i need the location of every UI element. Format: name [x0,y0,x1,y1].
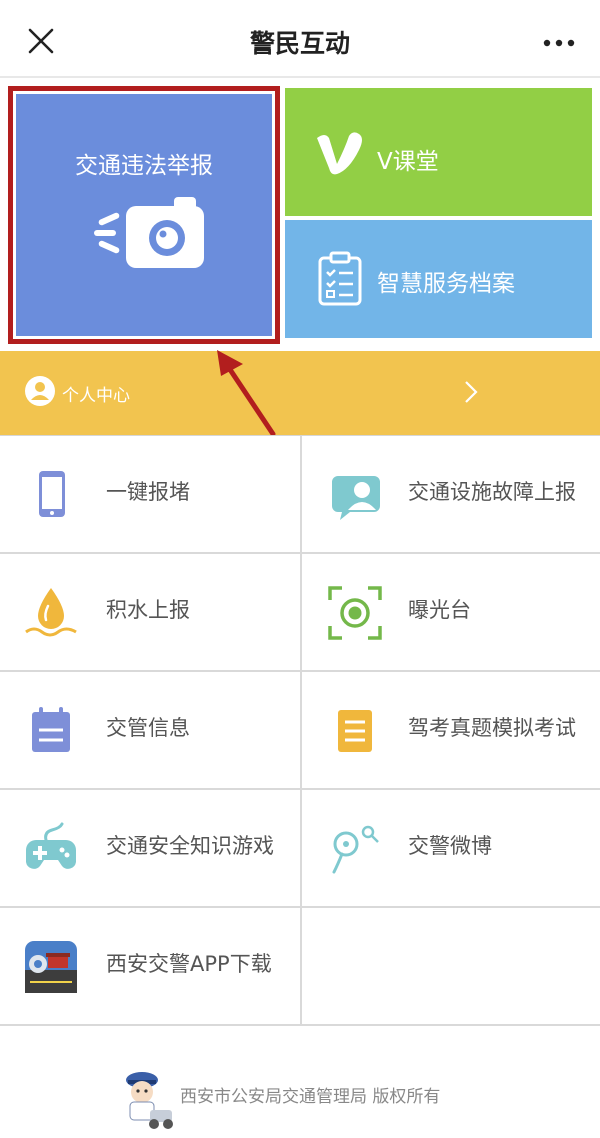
page-title: 警民互动 [249,29,350,58]
gamepad-icon [26,822,76,869]
service-traffic-safety-game[interactable]: 交通安全知识游戏 [0,790,302,908]
service-label: 交警微博 [408,834,492,858]
app-logo-icon [25,941,77,993]
notepad-icon [32,707,70,752]
service-exposure-platform[interactable]: 曝光台 [302,554,600,672]
water-drop-icon [25,588,77,637]
service-label: 交通设施故障上报 [408,480,576,504]
chat-bubble-icon [332,476,380,520]
service-traffic-police-weibo[interactable]: 交警微博 [302,790,600,908]
smart-service-archive-label: 智慧服务档案 [377,271,515,297]
v-class-tile[interactable]: V课堂 [285,88,592,216]
clipboard-icon [318,251,362,306]
service-label: 西安交警APP下载 [106,952,272,976]
police-mascot-icon [126,1072,173,1129]
phone-icon [39,471,65,517]
copyright-text: 西安市公安局交通管理局 版权所有 [180,1087,441,1107]
feature-tiles: 交通违法举报 V课堂 智慧服务档案 [0,80,600,350]
service-one-click-jam-report[interactable]: 一键报堵 [0,436,302,554]
service-facility-fault-report[interactable]: 交通设施故障上报 [302,436,600,554]
footer: 西安市公安局交通管理局 版权所有 [0,1030,600,1138]
traffic-violation-report-label: 交通违法举报 [75,153,213,179]
more-icon[interactable] [542,28,576,58]
v-logo-icon [317,132,362,175]
smart-service-archive-tile[interactable]: 智慧服务档案 [285,220,592,338]
personal-center-bar[interactable]: 个人中心 [0,351,600,435]
service-label: 驾考真题模拟考试 [408,716,576,740]
service-grid: 一键报堵 交通设施故障上报 积水上报 曝光台 交管信息 驾考真题模拟考试 交通安… [0,435,600,1027]
camera-icon [94,197,204,268]
empty-grid-cell [302,908,600,1026]
service-label: 积水上报 [106,598,190,622]
service-waterlogging-report[interactable]: 积水上报 [0,554,302,672]
user-icon [25,376,55,406]
service-app-download[interactable]: 西安交警APP下载 [0,908,302,1026]
personal-center-label: 个人中心 [62,386,130,406]
focus-target-icon [328,586,382,640]
traffic-violation-report-panel: 交通违法举报 [13,91,275,339]
service-traffic-management-info[interactable]: 交管信息 [0,672,302,790]
service-label: 曝光台 [408,598,471,622]
service-label: 交管信息 [106,716,190,740]
service-label: 一键报堵 [106,480,190,504]
v-class-label: V课堂 [377,149,439,175]
weibo-icon [332,825,379,874]
service-driving-test-simulation[interactable]: 驾考真题模拟考试 [302,672,600,790]
traffic-violation-report-tile[interactable]: 交通违法举报 [8,86,280,344]
title-bar: 警民互动 [0,0,600,78]
service-label: 交通安全知识游戏 [106,834,274,858]
document-icon [338,710,372,752]
chevron-right-icon [465,381,478,403]
